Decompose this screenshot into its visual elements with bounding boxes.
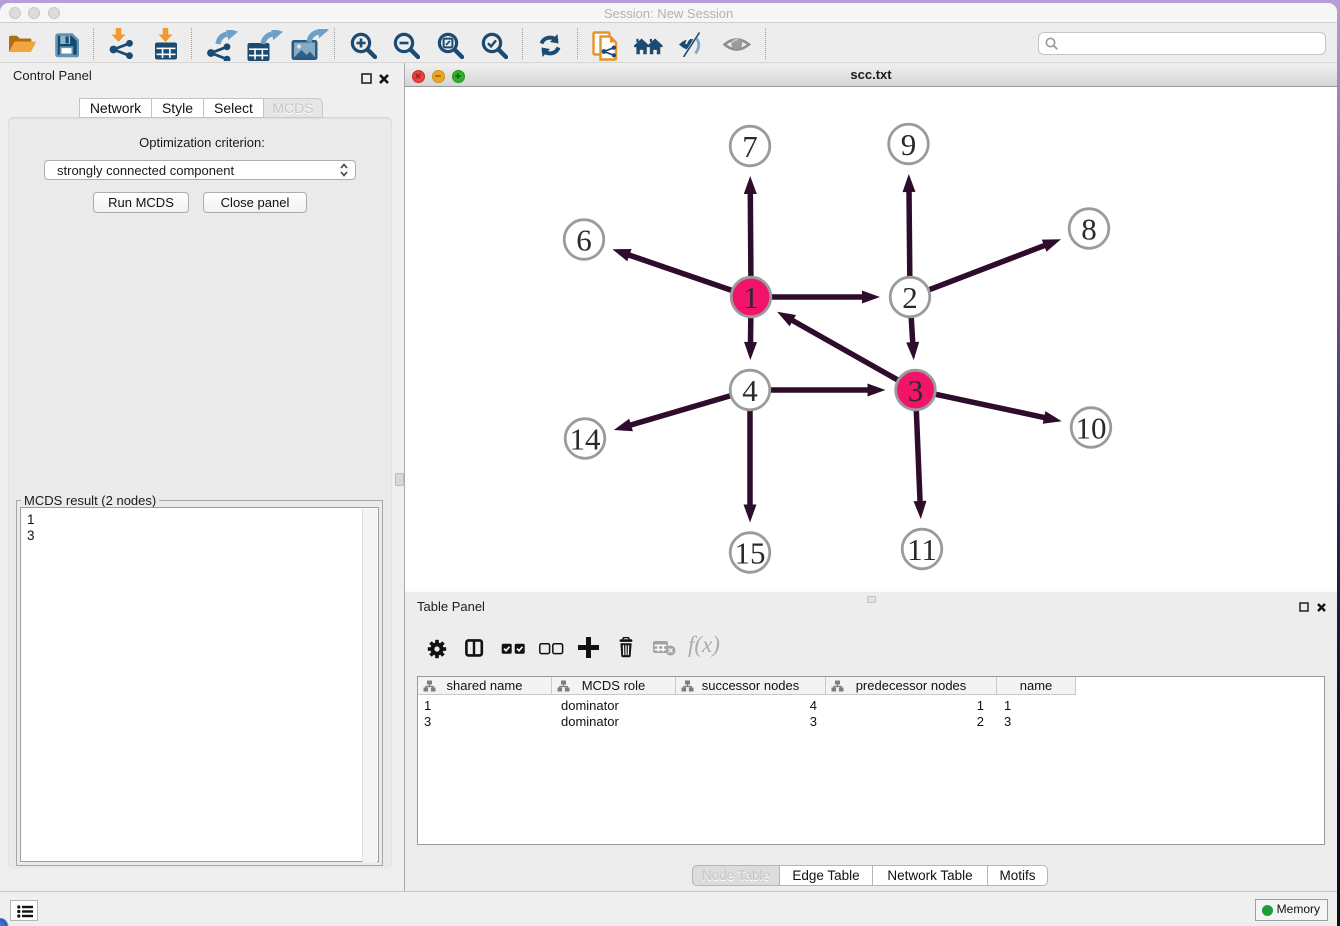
svg-text:7: 7	[742, 129, 758, 164]
svg-text:1: 1	[743, 280, 759, 315]
svg-text:9: 9	[901, 127, 917, 162]
svg-text:6: 6	[576, 222, 592, 257]
svg-text:15: 15	[735, 535, 766, 570]
svg-text:11: 11	[907, 532, 937, 567]
svg-text:4: 4	[742, 373, 758, 408]
svg-text:2: 2	[902, 280, 918, 315]
svg-text:3: 3	[908, 373, 924, 408]
svg-text:14: 14	[570, 421, 602, 456]
svg-text:10: 10	[1076, 410, 1107, 445]
svg-text:8: 8	[1081, 211, 1097, 246]
